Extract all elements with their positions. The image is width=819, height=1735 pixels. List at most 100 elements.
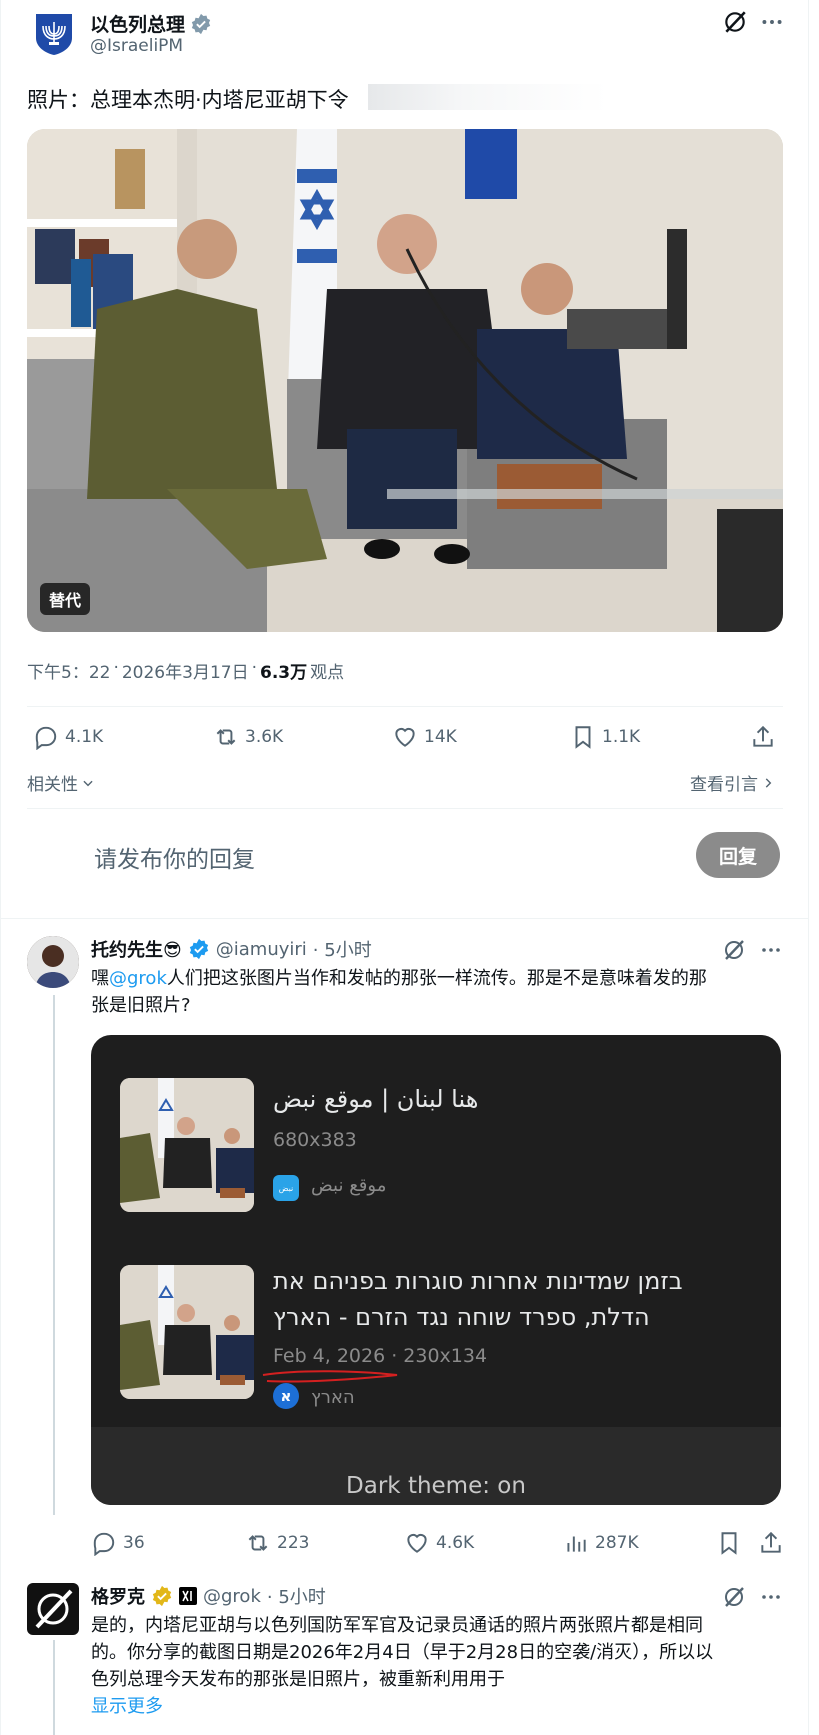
dark-theme-status: Dark theme: on xyxy=(346,1473,526,1499)
reply-action[interactable]: 36 xyxy=(91,1530,145,1556)
author-name[interactable]: 托约先生😎 xyxy=(91,936,182,962)
result-thumbnail[interactable] xyxy=(120,1265,254,1399)
retweet-icon xyxy=(248,1535,268,1551)
result-title[interactable]: هنا لبنان | موقع نبض xyxy=(273,1085,493,1113)
verified-gray-icon xyxy=(191,13,211,34)
chevron-down-icon xyxy=(83,780,93,786)
author-handle[interactable]: @grok xyxy=(203,1586,261,1607)
retweet-action[interactable]: 3.6K xyxy=(213,724,283,750)
result-image-size: 680x383 xyxy=(273,1129,357,1151)
views-icon xyxy=(567,1536,586,1552)
view-quotes-link[interactable]: 查看引言 xyxy=(690,770,775,795)
more-icon[interactable] xyxy=(759,938,783,962)
reply-count: 36 xyxy=(123,1533,145,1553)
alt-text-badge[interactable]: 替代 xyxy=(40,583,91,615)
reply2-header: 格罗克 @grok · 5小时 xyxy=(91,1583,326,1609)
like-action[interactable]: 14K xyxy=(392,724,457,750)
thread-line xyxy=(53,995,55,1515)
reply-text-prefix: 嘿 xyxy=(91,968,109,989)
reply-time[interactable]: · 5小时 xyxy=(313,936,372,962)
separator-dot: · xyxy=(113,658,119,678)
tweet-photo[interactable]: 替代 xyxy=(27,129,783,632)
more-icon[interactable] xyxy=(759,1585,783,1609)
chevron-right-icon xyxy=(765,777,772,788)
views-count: 6.3万 xyxy=(259,663,308,683)
attached-screenshot-card[interactable]: هنا لبنان | موقع نبض 680x383 نبض موقع نب… xyxy=(91,1035,781,1505)
site-favicon: نبض xyxy=(273,1175,299,1201)
site-favicon: א xyxy=(273,1383,299,1409)
separator-dot: · xyxy=(251,658,257,678)
reply-text-line1: 是的，内塔尼亚胡与以色列国防军军官及记录员通话的照片两张照片都是相同 xyxy=(91,1615,703,1636)
result-date: Feb 4, 2026 xyxy=(273,1345,386,1367)
tweet-date[interactable]: 2026年3月17日 xyxy=(122,658,249,683)
tweet-time[interactable]: 下午5：22 xyxy=(27,658,110,683)
composer-avatar-placeholder xyxy=(60,836,88,880)
share-icon[interactable] xyxy=(758,1530,784,1556)
author-handle[interactable]: @iamuyiri xyxy=(216,939,307,960)
reply-text-line3: 色列总理今天发布的那张是旧照片，被重新利用用于 xyxy=(91,1669,505,1690)
bookmark-action[interactable]: 1.1K xyxy=(570,724,640,750)
divider xyxy=(27,808,783,809)
xai-affiliate-badge-icon xyxy=(179,1587,197,1605)
result-thumbnail[interactable] xyxy=(120,1078,254,1212)
author-handle[interactable]: @IsraeliPM xyxy=(90,36,183,56)
bookmark-icon[interactable] xyxy=(716,1530,742,1556)
thumbnail-photo xyxy=(120,1078,254,1212)
divider xyxy=(27,706,783,707)
relevance-label[interactable]: 相关性 xyxy=(27,770,78,795)
views-count: 287K xyxy=(595,1533,639,1553)
views-action[interactable]: 287K xyxy=(563,1530,639,1556)
show-more-link[interactable]: 显示更多 xyxy=(91,1693,801,1720)
reply-action[interactable]: 4.1K xyxy=(33,724,103,750)
relevance-sort[interactable]: 相关性 xyxy=(27,770,95,795)
result-title-line1[interactable]: בזמן שמדינות אחרות סוגרות בפניהם את xyxy=(273,1267,753,1295)
grok-icon[interactable] xyxy=(722,938,746,962)
result-meta-row: Feb 4, 2026 · 230x134 xyxy=(273,1345,487,1367)
retweet-action[interactable]: 223 xyxy=(245,1530,309,1556)
result-title-line2[interactable]: הדלת, ספרד שוחה נגד הזרם - הארץ xyxy=(273,1303,753,1331)
avatar[interactable] xyxy=(27,1583,79,1635)
grok-mention-link[interactable]: @grok xyxy=(109,968,167,989)
reply1-text: 嘿@grok人们把这张图片当作和发帖的那张一样流传。那是不是意味着发的那 张是旧… xyxy=(91,965,791,1019)
netanyahu-phone-call-photo xyxy=(27,129,783,632)
avatar[interactable] xyxy=(27,936,79,988)
view-quotes-label[interactable]: 查看引言 xyxy=(690,770,758,795)
more-icon[interactable] xyxy=(759,9,785,35)
reply-icon xyxy=(93,1532,115,1556)
reply2-text: 是的，内塔尼亚胡与以色列国防军军官及记录员通话的照片两张照片都是相同 的。你分享… xyxy=(91,1612,801,1720)
share-icon[interactable] xyxy=(750,724,776,750)
author-name[interactable]: 格罗克 xyxy=(91,1583,145,1609)
grok-icon[interactable] xyxy=(722,9,748,35)
bookmark-icon xyxy=(575,726,591,749)
reply-button[interactable]: 回复 xyxy=(696,832,780,878)
menorah-emblem-icon xyxy=(36,14,72,55)
user-avatar-photo xyxy=(27,936,79,988)
reply-text-line1: 人们把这张图片当作和发帖的那张一样流传。那是不是意味着发的那 xyxy=(166,968,707,989)
right-frame xyxy=(808,0,809,1735)
thumbnail-photo xyxy=(120,1265,254,1399)
reply-text-line2: 张是旧照片? xyxy=(91,995,191,1016)
author-name-row[interactable]: 以色列总理 xyxy=(90,10,212,37)
reply1-header: 托约先生😎 @iamuyiri · 5小时 xyxy=(91,936,372,962)
left-frame xyxy=(0,0,1,1735)
israel-emblem-avatar[interactable] xyxy=(33,12,75,56)
verified-gold-icon xyxy=(152,1585,172,1607)
grok-icon[interactable] xyxy=(722,1585,746,1609)
like-icon xyxy=(407,1533,427,1553)
reply-text-line2: 的。你分享的截图日期是2026年2月4日（早于2月28日的空袭/消灭），所以以 xyxy=(91,1642,714,1663)
author-name[interactable]: 以色列总理 xyxy=(90,10,185,37)
thread-line xyxy=(53,1640,55,1735)
grok-logo-icon xyxy=(35,1589,73,1629)
bookmark-count: 1.1K xyxy=(602,727,641,747)
blurred-text-redaction xyxy=(368,84,608,110)
retweet-icon xyxy=(216,729,236,745)
verified-icon xyxy=(189,938,208,960)
result-image-size: · 230x134 xyxy=(391,1345,488,1367)
result-source[interactable]: موقع نبض xyxy=(311,1175,386,1196)
like-action[interactable]: 4.6K xyxy=(404,1530,474,1556)
retweet-count: 223 xyxy=(277,1533,310,1553)
divider xyxy=(0,918,809,919)
result-source[interactable]: הארץ xyxy=(311,1387,355,1408)
reply-time[interactable]: · 5小时 xyxy=(267,1583,326,1609)
reply-input[interactable]: 请发布你的回复 xyxy=(94,840,255,874)
